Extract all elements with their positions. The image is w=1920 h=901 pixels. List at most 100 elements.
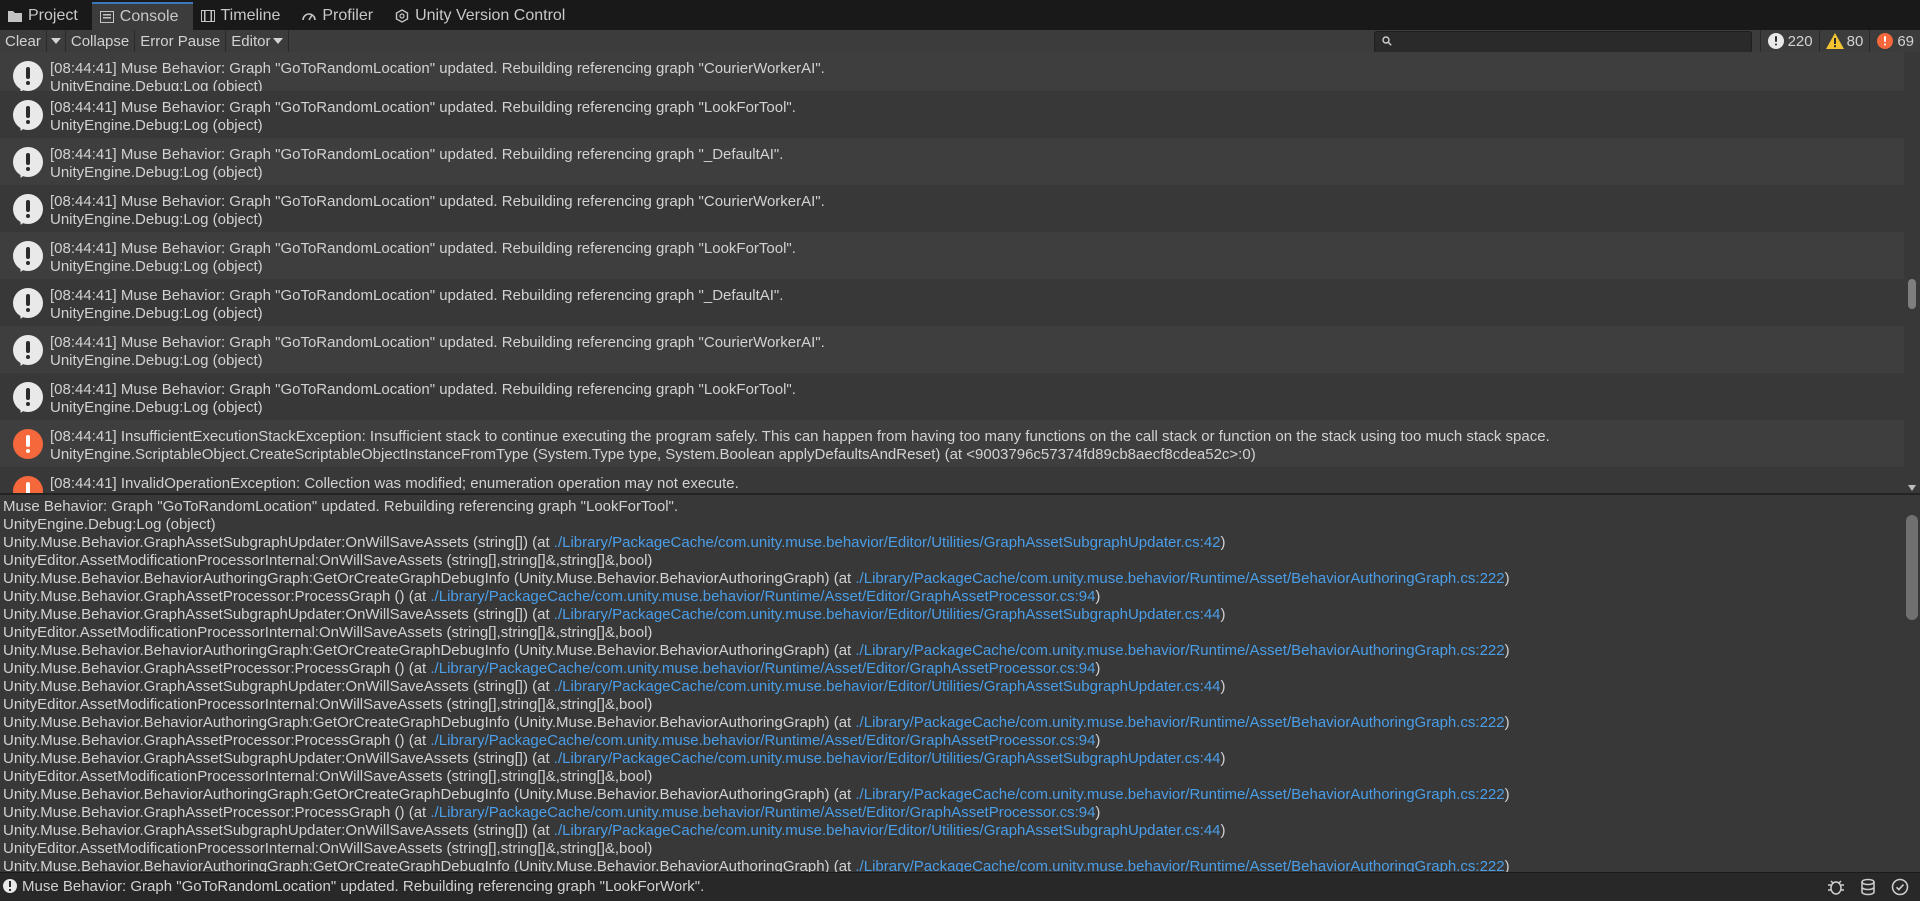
status-icons [1826, 877, 1910, 897]
error-icon [13, 476, 43, 493]
info-icon [13, 241, 43, 274]
source-link[interactable]: ./Library/PackageCache/com.unity.muse.be… [430, 732, 1095, 749]
log-stack-summary: UnityEngine.Debug:Log (object) [50, 352, 263, 369]
log-entry[interactable]: [08:44:41] Muse Behavior: Graph "GoToRan… [0, 232, 1904, 279]
log-message: [08:44:41] Muse Behavior: Graph "GoToRan… [50, 287, 784, 304]
detail-line: UnityEditor.AssetModificationProcessorIn… [3, 768, 653, 785]
detail-line: Unity.Muse.Behavior.BehaviorAuthoringGra… [3, 642, 1510, 659]
log-message: [08:44:41] Muse Behavior: Graph "GoToRan… [50, 99, 796, 116]
error-count: 69 [1897, 32, 1914, 50]
error-pause-toggle[interactable]: Error Pause [135, 30, 227, 52]
info-icon [13, 100, 43, 133]
log-message: [08:44:41] Muse Behavior: Graph "GoToRan… [50, 240, 796, 257]
detail-line: Unity.Muse.Behavior.GraphAssetProcessor:… [3, 588, 1101, 605]
tab-timeline[interactable]: Timeline [193, 2, 295, 30]
detail-line: Unity.Muse.Behavior.GraphAssetProcessor:… [3, 660, 1101, 677]
detail-line: Unity.Muse.Behavior.GraphAssetSubgraphUp… [3, 822, 1226, 839]
window-tab-strip: Project Console Timeline Profiler Unity … [0, 0, 1920, 30]
source-link[interactable]: ./Library/PackageCache/com.unity.muse.be… [554, 534, 1221, 551]
editor-dropdown[interactable]: Editor [226, 30, 290, 52]
source-link[interactable]: ./Library/PackageCache/com.unity.muse.be… [855, 786, 1504, 803]
source-link[interactable]: ./Library/PackageCache/com.unity.muse.be… [430, 804, 1095, 821]
log-list-scrollbar[interactable] [1904, 52, 1920, 493]
log-entry[interactable]: [08:44:41] Muse Behavior: Graph "GoToRan… [0, 185, 1904, 232]
tab-label: Console [119, 8, 179, 25]
detail-line: Unity.Muse.Behavior.BehaviorAuthoringGra… [3, 714, 1510, 731]
scroll-down-arrow-icon[interactable] [1908, 485, 1916, 491]
warning-count-toggle[interactable]: 80 [1818, 30, 1870, 52]
folder-icon [8, 11, 22, 22]
status-bar: Muse Behavior: Graph "GoToRandomLocation… [0, 872, 1920, 901]
info-icon [13, 147, 43, 180]
tab-console[interactable]: Console [91, 2, 193, 30]
console-icon [99, 11, 114, 23]
source-link[interactable]: ./Library/PackageCache/com.unity.muse.be… [554, 606, 1221, 623]
source-link[interactable]: ./Library/PackageCache/com.unity.muse.be… [855, 714, 1504, 731]
tab-profiler[interactable]: Profiler [294, 2, 387, 30]
clear-button[interactable]: Clear [0, 30, 47, 52]
log-stack-summary: UnityEngine.Debug:Log (object) [50, 164, 263, 181]
search-input[interactable] [1374, 31, 1752, 53]
source-link[interactable]: ./Library/PackageCache/com.unity.muse.be… [855, 642, 1504, 659]
source-link[interactable]: ./Library/PackageCache/com.unity.muse.be… [554, 822, 1221, 839]
detail-line: UnityEditor.AssetModificationProcessorIn… [3, 696, 653, 713]
info-icon [13, 382, 43, 415]
info-icon [13, 194, 43, 227]
scrollbar-thumb[interactable] [1908, 279, 1916, 309]
log-entry-list: [08:44:41] Muse Behavior: Graph "GoToRan… [0, 52, 1904, 493]
source-link[interactable]: ./Library/PackageCache/com.unity.muse.be… [855, 570, 1504, 587]
detail-scrollbar[interactable] [1904, 495, 1920, 872]
warning-count: 80 [1846, 32, 1864, 50]
detail-line: Unity.Muse.Behavior.GraphAssetSubgraphUp… [3, 678, 1226, 695]
collapse-toggle[interactable]: Collapse [66, 30, 136, 52]
log-entry[interactable]: [08:44:41] Muse Behavior: Graph "GoToRan… [0, 91, 1904, 138]
detail-line: Unity.Muse.Behavior.BehaviorAuthoringGra… [3, 858, 1510, 872]
source-link[interactable]: ./Library/PackageCache/com.unity.muse.be… [554, 678, 1221, 695]
detail-line: Unity.Muse.Behavior.BehaviorAuthoringGra… [3, 570, 1510, 587]
source-link[interactable]: ./Library/PackageCache/com.unity.muse.be… [430, 660, 1095, 677]
detail-line: UnityEditor.AssetModificationProcessorIn… [3, 552, 653, 569]
log-message: [08:44:41] Muse Behavior: Graph "GoToRan… [50, 193, 825, 210]
log-message: [08:44:41] Muse Behavior: Graph "GoToRan… [50, 60, 825, 77]
log-stack-summary: UnityEngine.Debug:Log (object) [50, 258, 263, 275]
log-message: [08:44:41] Muse Behavior: Graph "GoToRan… [50, 334, 825, 351]
tab-label: Timeline [220, 7, 281, 24]
timeline-icon [200, 10, 215, 22]
info-icon [13, 61, 43, 94]
log-message: [08:44:41] Muse Behavior: Graph "GoToRan… [50, 146, 784, 163]
log-entry[interactable]: [08:44:41] Muse Behavior: Graph "GoToRan… [0, 373, 1904, 420]
source-link[interactable]: ./Library/PackageCache/com.unity.muse.be… [430, 588, 1095, 605]
log-entry[interactable]: [08:44:41] Muse Behavior: Graph "GoToRan… [0, 279, 1904, 326]
status-message[interactable]: Muse Behavior: Graph "GoToRandomLocation… [22, 878, 704, 895]
detail-line: Unity.Muse.Behavior.GraphAssetSubgraphUp… [3, 606, 1226, 623]
log-counters: 220 80 69 [1759, 30, 1920, 52]
detail-line: UnityEditor.AssetModificationProcessorIn… [3, 624, 653, 641]
log-entry[interactable]: [08:44:41] InsufficientExecutionStackExc… [0, 420, 1904, 467]
clear-options-dropdown[interactable] [47, 30, 66, 52]
chevron-down-icon [273, 38, 284, 44]
search-icon [1382, 36, 1392, 46]
error-count-toggle[interactable]: 69 [1869, 30, 1920, 52]
info-icon [3, 879, 17, 893]
check-circle-icon[interactable] [1890, 877, 1910, 897]
tab-unity-version-control[interactable]: Unity Version Control [387, 2, 579, 30]
log-entry[interactable]: [08:44:41] Muse Behavior: Graph "GoToRan… [0, 326, 1904, 373]
log-entry[interactable]: [08:44:41] Muse Behavior: Graph "GoToRan… [0, 138, 1904, 185]
tab-label: Profiler [322, 7, 374, 24]
scrollbar-thumb[interactable] [1906, 515, 1918, 620]
info-count: 220 [1787, 32, 1813, 50]
info-icon [13, 288, 43, 321]
log-stack-summary: UnityEngine.Debug:Log (object) [50, 117, 263, 134]
warning-icon [1825, 33, 1844, 49]
log-entry[interactable]: [08:44:41] InvalidOperationException: Co… [0, 467, 1904, 493]
profiler-icon [302, 13, 317, 21]
chevron-down-icon [50, 38, 61, 44]
source-link[interactable]: ./Library/PackageCache/com.unity.muse.be… [855, 858, 1504, 872]
database-icon[interactable] [1858, 877, 1878, 897]
tab-project[interactable]: Project [0, 2, 92, 30]
source-link[interactable]: ./Library/PackageCache/com.unity.muse.be… [554, 750, 1221, 767]
detail-line: Unity.Muse.Behavior.GraphAssetProcessor:… [3, 804, 1101, 821]
info-count-toggle[interactable]: 220 [1759, 30, 1819, 52]
bug-icon[interactable] [1826, 877, 1846, 897]
log-message: [08:44:41] Muse Behavior: Graph "GoToRan… [50, 381, 796, 398]
